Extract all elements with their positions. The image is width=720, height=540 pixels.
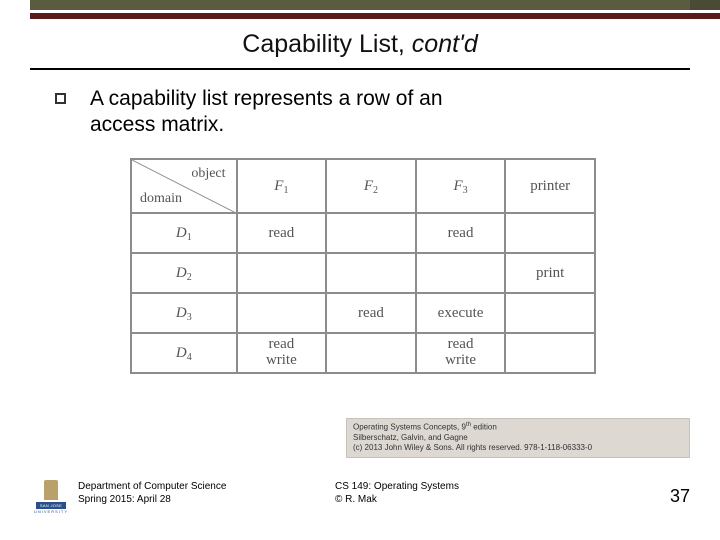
cell-d3-printer [505, 293, 595, 333]
slide-title-contd: cont'd [412, 30, 478, 58]
title-underline [30, 68, 690, 70]
footer-author: © R. Mak [335, 493, 459, 506]
slide-title-main: Capability List, [242, 30, 412, 58]
cell-d2-f2 [326, 253, 416, 293]
cell-d4-printer [505, 333, 595, 373]
header-f3: F3 [416, 159, 506, 213]
cell-d2-f3 [416, 253, 506, 293]
row-d4-label: D4 [131, 333, 237, 373]
header-printer: printer [505, 159, 595, 213]
citation-line1: Operating Systems Concepts, 9th edition [353, 422, 683, 433]
footer-course: CS 149: Operating Systems [335, 480, 459, 493]
header-f1: F1 [237, 159, 327, 213]
cell-d4-f2 [326, 333, 416, 373]
header-object-label: object [191, 166, 225, 182]
cell-d3-f3: execute [416, 293, 506, 333]
cell-d4-f3: readwrite [416, 333, 506, 373]
cell-d4-f1: readwrite [237, 333, 327, 373]
page-number: 37 [670, 486, 690, 507]
citation-box: Operating Systems Concepts, 9th edition … [346, 418, 690, 458]
footer: SAN JOSE STATE UNIVERSITY Department of … [0, 480, 720, 530]
cell-d2-f1 [237, 253, 327, 293]
logo-university: UNIVERSITY [34, 509, 68, 514]
citation-line2: Silberschatz, Galvin, and Gagne [353, 433, 683, 443]
footer-dept: Department of Computer Science [78, 480, 226, 493]
footer-left: Department of Computer Science Spring 20… [78, 480, 226, 506]
table-row: D4 readwrite readwrite [131, 333, 595, 373]
access-matrix-table: object domain F1 F2 F3 printer D1 read r… [130, 158, 596, 374]
header-split-cell: object domain [131, 159, 237, 213]
top-bar-maroon [30, 13, 720, 19]
table-row: D1 read read [131, 213, 595, 253]
row-d1-label: D1 [131, 213, 237, 253]
cell-d3-f2: read [326, 293, 416, 333]
cell-d3-f1 [237, 293, 327, 333]
table-header-row: object domain F1 F2 F3 printer [131, 159, 595, 213]
footer-term: Spring 2015: April 28 [78, 493, 226, 506]
header-f2: F2 [326, 159, 416, 213]
slide-top-bars [0, 0, 720, 22]
top-bar-olive-tab [690, 0, 720, 10]
table-row: D3 read execute [131, 293, 595, 333]
cell-d1-f1: read [237, 213, 327, 253]
top-bar-olive [30, 0, 690, 10]
bullet-square-icon [55, 93, 66, 104]
sjsu-logo-icon: SAN JOSE STATE UNIVERSITY [36, 480, 66, 514]
slide-title: Capability List, cont'd [0, 30, 720, 59]
cell-d1-printer [505, 213, 595, 253]
cell-d1-f3: read [416, 213, 506, 253]
cell-d1-f2 [326, 213, 416, 253]
cell-d2-printer: print [505, 253, 595, 293]
row-d3-label: D3 [131, 293, 237, 333]
header-domain-label: domain [140, 191, 182, 207]
row-d2-label: D2 [131, 253, 237, 293]
table-row: D2 print [131, 253, 595, 293]
body-text: A capability list represents a row of an… [90, 86, 490, 139]
footer-center: CS 149: Operating Systems © R. Mak [335, 480, 459, 506]
citation-line3: (c) 2013 John Wiley & Sons. All rights r… [353, 443, 683, 453]
